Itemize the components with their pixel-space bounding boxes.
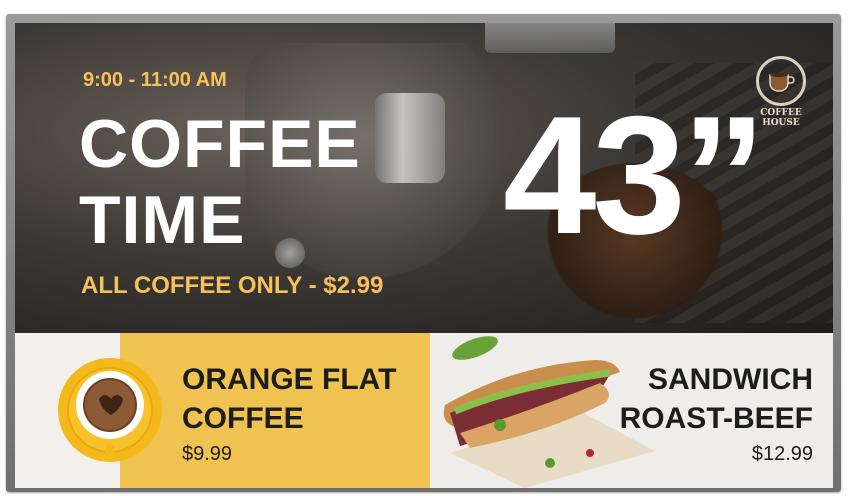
- page-title: COFFEE TIME: [79, 106, 361, 258]
- headline-line1: COFFEE: [79, 106, 361, 182]
- coffee-cup-icon: [756, 56, 806, 106]
- menu-item-name: SANDWICH ROAST-BEEF: [620, 360, 813, 438]
- menu-strip: ORANGE FLAT COFFEE $9.99 SANDWICH ROAST-…: [15, 333, 833, 488]
- headline-line2: TIME: [79, 182, 246, 258]
- item1-name-line1: ORANGE FLAT: [182, 363, 397, 396]
- menu-item-price: $12.99: [751, 443, 813, 465]
- item2-name-line1: SANDWICH: [648, 363, 813, 396]
- item1-name-line2: COFFEE: [182, 402, 304, 435]
- menu-item-sandwich: SANDWICH ROAST-BEEF $12.99: [430, 333, 833, 488]
- time-range: 9:00 - 11:00 AM: [83, 69, 227, 91]
- coffee-cup-icon: [58, 358, 162, 462]
- menu-item-price: $9.99: [182, 443, 233, 465]
- group-head-image: [485, 23, 615, 53]
- steam-wand-image: [375, 93, 445, 183]
- item2-name-line2: ROAST-BEEF: [619, 402, 813, 435]
- logo-text: COFFEE HOUSE: [760, 108, 802, 128]
- promo-text: ALL COFFEE ONLY - $2.99: [81, 272, 384, 299]
- menu-item-name: ORANGE FLAT COFFEE: [182, 360, 396, 438]
- menu-item-coffee: ORANGE FLAT COFFEE $9.99: [15, 333, 430, 488]
- hero-banner: 9:00 - 11:00 AM COFFEE TIME ALL COFFEE O…: [15, 23, 833, 333]
- coffee-house-logo: COFFEE HOUSE: [744, 56, 818, 128]
- display-screen: 9:00 - 11:00 AM COFFEE TIME ALL COFFEE O…: [15, 23, 833, 488]
- display-size-label: 43”: [503, 81, 766, 269]
